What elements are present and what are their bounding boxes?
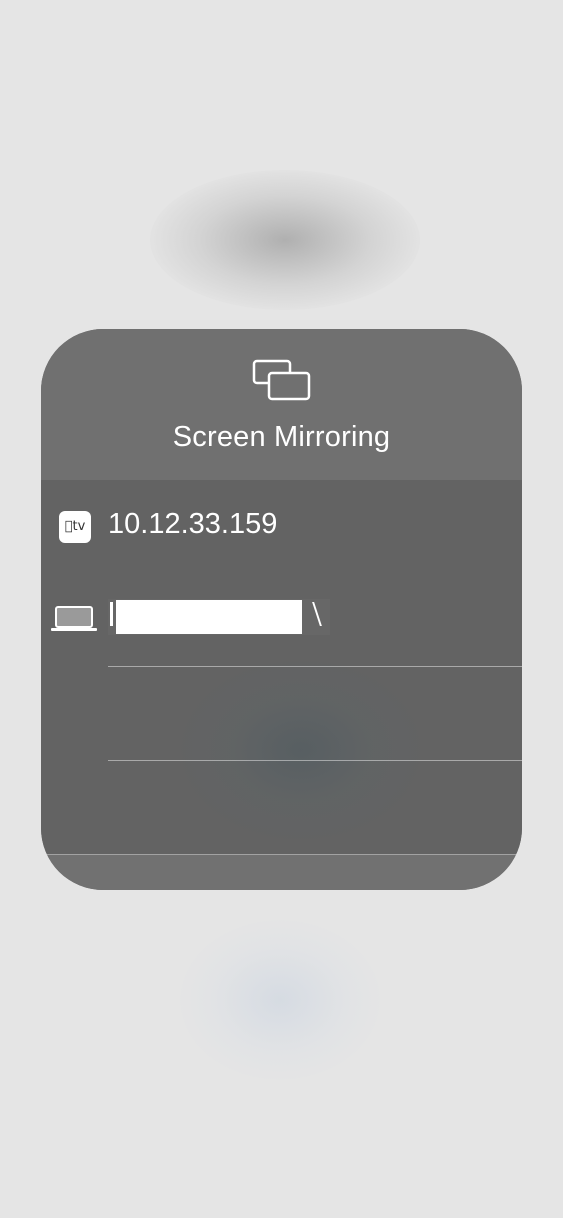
device-list: tv 10.12.33.159 — [41, 480, 522, 854]
blurred-background[interactable]: Screen Mirroring tv 10.12.33.159 — [0, 0, 563, 1218]
laptop-icon — [51, 606, 97, 631]
stop-mirroring-button[interactable] — [41, 854, 522, 890]
panel-title: Screen Mirroring — [172, 421, 391, 453]
redacted-device-name — [108, 599, 332, 635]
blurred-control-top — [150, 170, 420, 310]
list-glow — [181, 660, 421, 840]
device-name: 10.12.33.159 — [108, 508, 278, 540]
screen-mirroring-panel: Screen Mirroring tv 10.12.33.159 — [41, 329, 522, 890]
screen-mirroring-icon — [252, 359, 311, 401]
row-separator — [108, 666, 522, 667]
blurred-control-bottom — [180, 920, 380, 1080]
panel-header: Screen Mirroring — [41, 329, 522, 480]
apple-tv-icon: tv — [59, 511, 91, 543]
device-row-apple-tv[interactable]: tv 10.12.33.159 — [41, 480, 522, 574]
row-separator — [108, 760, 522, 761]
